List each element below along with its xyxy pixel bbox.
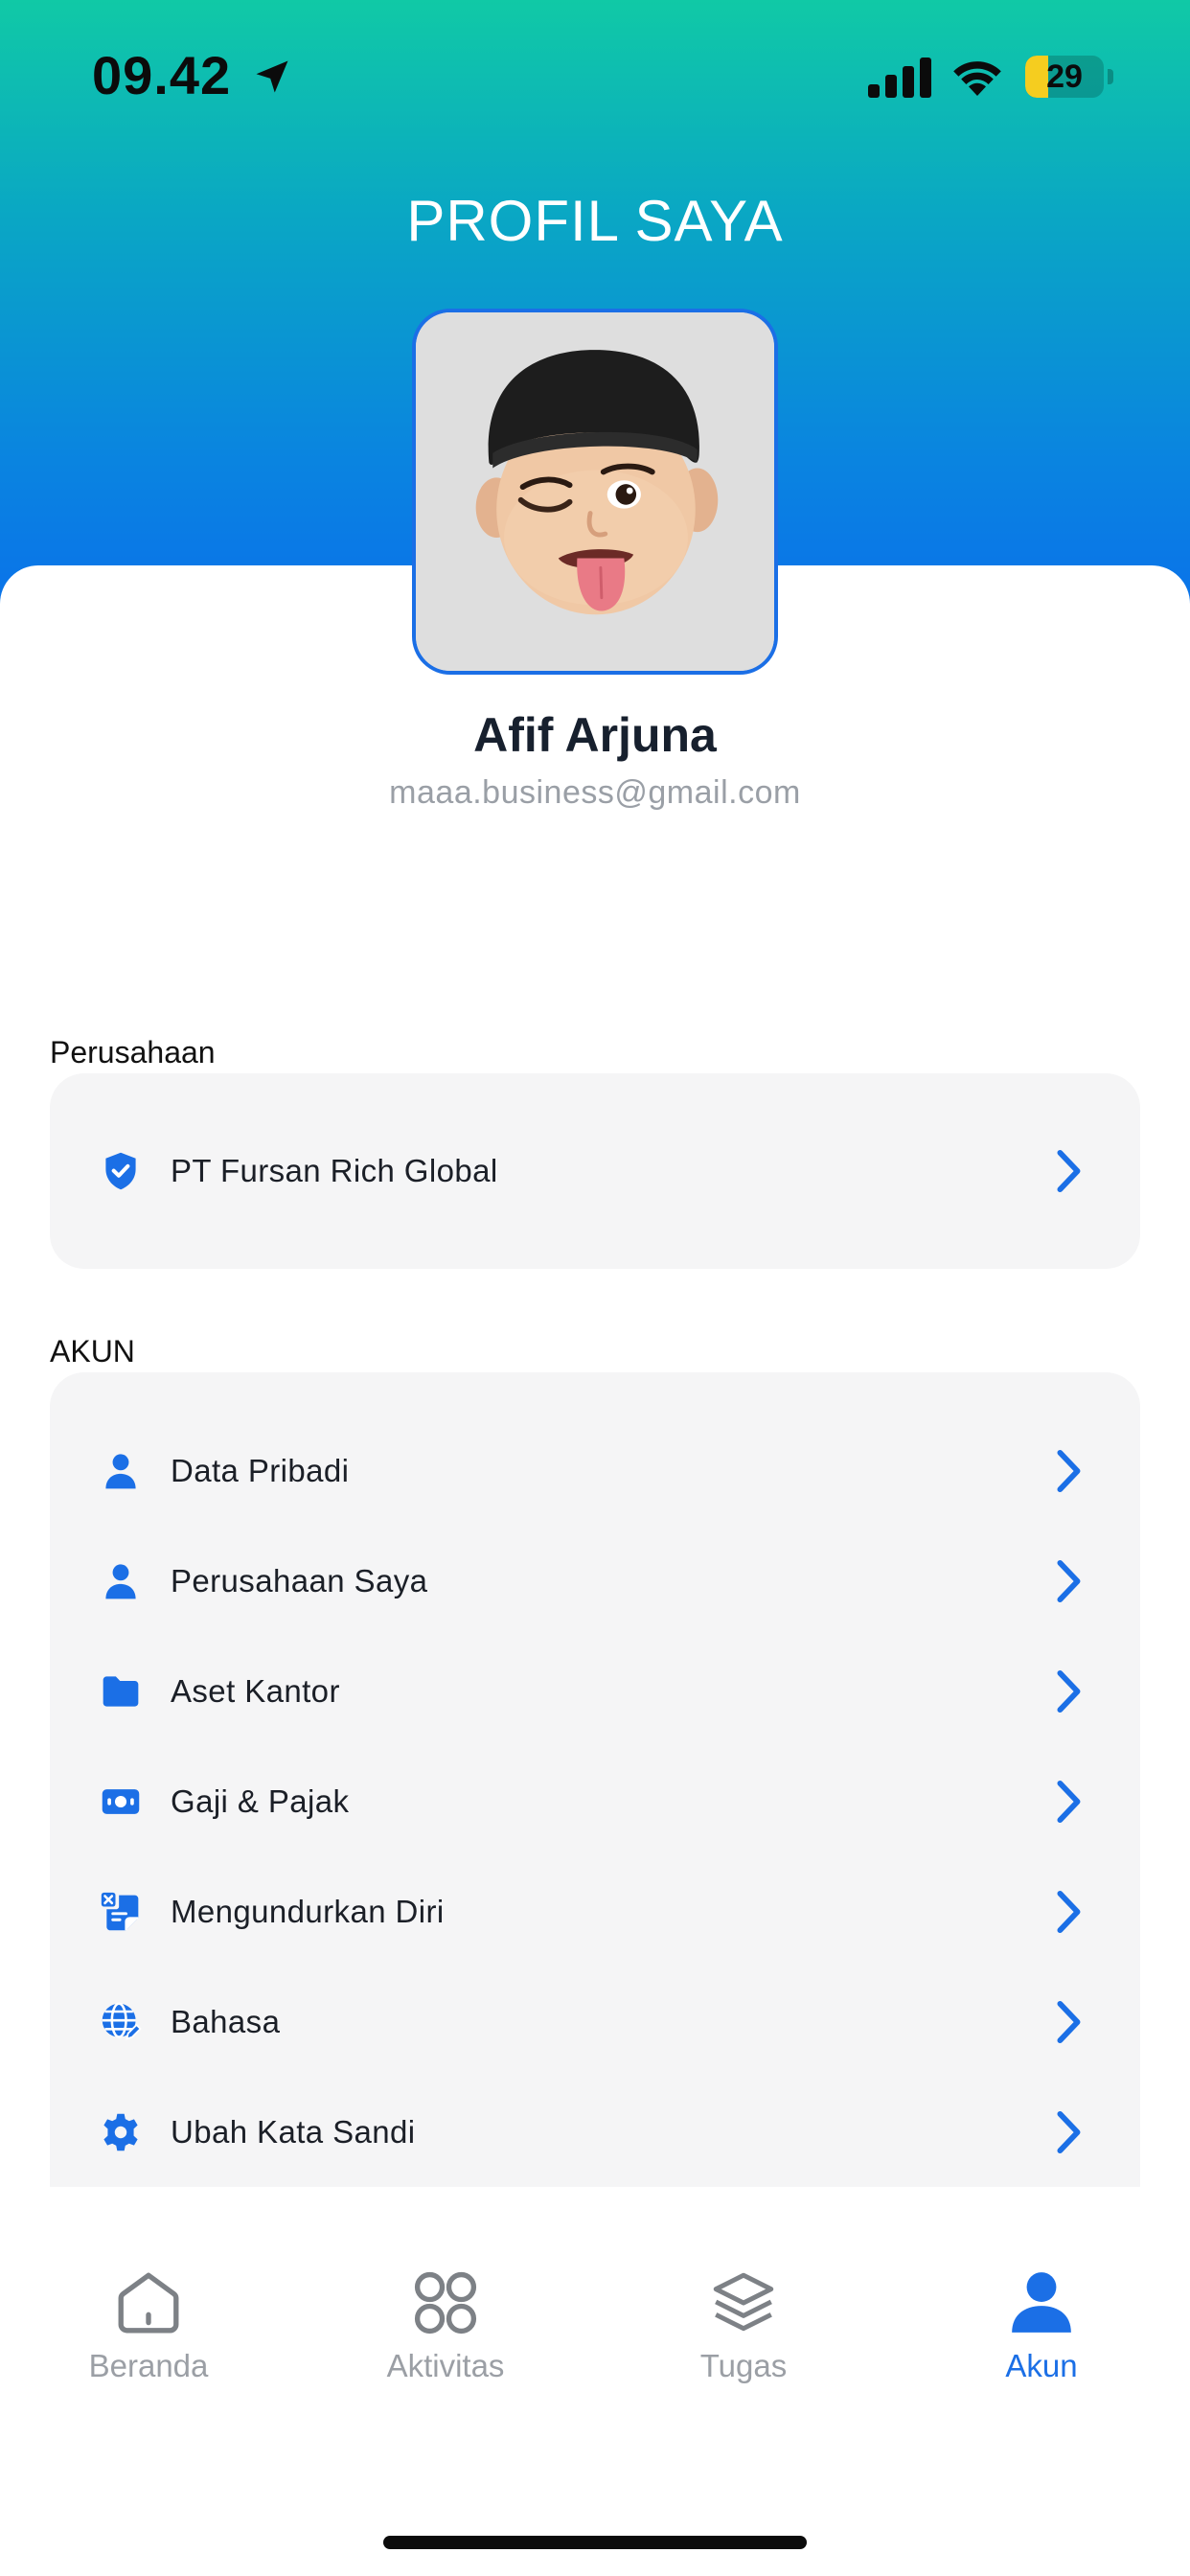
chevron-right-icon xyxy=(1057,1890,1081,1933)
chevron-right-icon xyxy=(1057,1149,1081,1192)
folder-icon xyxy=(100,1670,142,1713)
chevron-right-icon xyxy=(1057,2000,1081,2043)
battery-indicator: 29 xyxy=(1025,56,1104,98)
nav-tab-akun[interactable]: Akun xyxy=(927,2267,1156,2411)
person-icon xyxy=(1012,2272,1071,2333)
nav-label: Beranda xyxy=(88,2348,209,2383)
nav-label: Tugas xyxy=(699,2348,788,2383)
status-bar: 09.42 29 xyxy=(0,0,1190,153)
person-icon xyxy=(100,1450,142,1492)
section-label-company: Perusahaan xyxy=(50,1035,216,1070)
company-card: PT Fursan Rich Global xyxy=(50,1073,1140,1269)
globe-icon xyxy=(100,2001,142,2043)
menu-item-label: Data Pribadi xyxy=(171,1452,350,1488)
menu-item-label: Gaji & Pajak xyxy=(171,1782,350,1819)
bottom-navigation: Beranda Aktivitas Tugas Akun xyxy=(0,2244,1190,2576)
chevron-right-icon xyxy=(1057,1559,1081,1602)
menu-item-label: Aset Kantor xyxy=(171,1672,340,1709)
layers-icon xyxy=(713,2272,774,2332)
memoji-avatar-image xyxy=(416,312,774,671)
scroll-cutoff xyxy=(0,2187,1190,2244)
home-icon xyxy=(118,2272,179,2334)
section-label-account: AKUN xyxy=(50,1334,135,1368)
menu-item-label: Ubah Kata Sandi xyxy=(171,2113,416,2150)
profile-screen: 09.42 29 PROFIL SAYA Afif Arjuna maaa.bu… xyxy=(0,0,1190,2576)
location-arrow-icon xyxy=(256,60,288,93)
cellular-signal-icon xyxy=(868,58,931,98)
money-icon xyxy=(100,1781,142,1823)
user-email: maaa.business@gmail.com xyxy=(389,774,801,811)
battery-tip xyxy=(1108,69,1113,84)
status-time: 09.42 xyxy=(92,45,232,105)
account-card: Data Pribadi Perusahaan Saya Aset Kantor… xyxy=(50,1372,1140,2235)
person-icon xyxy=(100,1560,142,1602)
menu-item-label: Bahasa xyxy=(171,2003,281,2039)
chevron-right-icon xyxy=(1057,1780,1081,1823)
nav-tab-beranda[interactable]: Beranda xyxy=(34,2267,263,2411)
wifi-icon xyxy=(953,61,1001,96)
shield-check-icon xyxy=(100,1150,142,1192)
home-indicator[interactable] xyxy=(383,2536,807,2549)
grid-icon xyxy=(414,2271,477,2334)
resign-document-icon xyxy=(100,1891,142,1933)
nav-tab-tugas[interactable]: Tugas xyxy=(629,2267,858,2411)
menu-item-label: Mengundurkan Diri xyxy=(171,1893,445,1929)
page-title: PROFIL SAYA xyxy=(406,189,784,253)
menu-item-label: Perusahaan Saya xyxy=(171,1562,428,1598)
gear-icon xyxy=(100,2111,142,2153)
menu-item-mengundurkan-diri[interactable]: Mengundurkan Diri xyxy=(50,1856,1140,1966)
chevron-right-icon xyxy=(1057,1669,1081,1713)
menu-item-perusahaan-saya[interactable]: Perusahaan Saya xyxy=(50,1526,1140,1636)
menu-item-gaji-pajak[interactable]: Gaji & Pajak xyxy=(50,1746,1140,1856)
company-name: PT Fursan Rich Global xyxy=(171,1152,498,1188)
menu-item-data-pribadi[interactable]: Data Pribadi xyxy=(50,1415,1140,1526)
nav-label: Akun xyxy=(1005,2348,1078,2383)
battery-percent: 29 xyxy=(1046,58,1083,95)
menu-item-aset-kantor[interactable]: Aset Kantor xyxy=(50,1636,1140,1746)
nav-label: Aktivitas xyxy=(386,2348,505,2383)
company-row[interactable]: PT Fursan Rich Global xyxy=(50,1116,1140,1226)
chevron-right-icon xyxy=(1057,1449,1081,1492)
nav-tab-aktivitas[interactable]: Aktivitas xyxy=(331,2267,561,2411)
avatar[interactable] xyxy=(412,309,778,675)
menu-item-bahasa[interactable]: Bahasa xyxy=(50,1966,1140,2077)
user-name: Afif Arjuna xyxy=(473,708,717,762)
menu-item-ubah-kata-sandi[interactable]: Ubah Kata Sandi xyxy=(50,2077,1140,2187)
chevron-right-icon xyxy=(1057,2110,1081,2153)
